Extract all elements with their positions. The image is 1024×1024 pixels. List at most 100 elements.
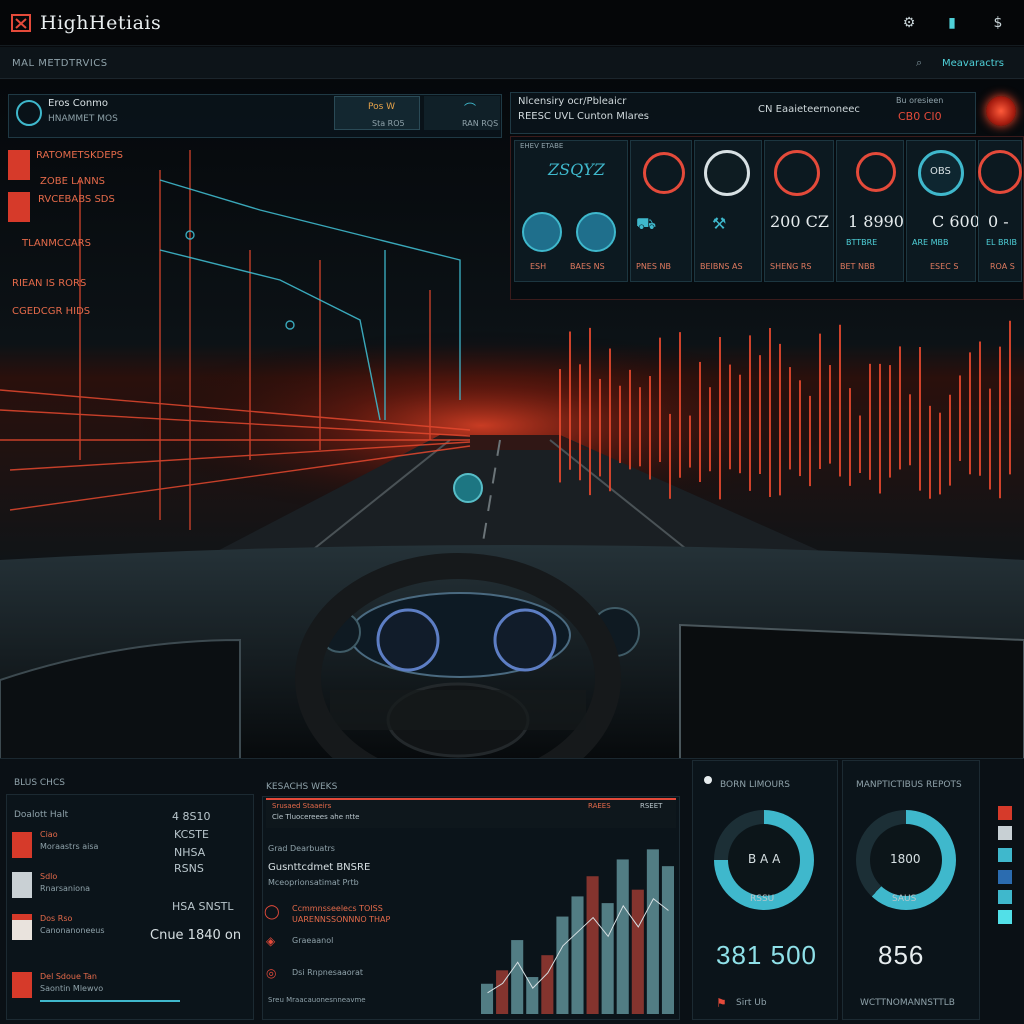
item-1-name: Ciao: [40, 830, 58, 839]
item-3-name: Dos Rso: [40, 914, 73, 923]
item-icon-1: [12, 832, 32, 858]
hud-row-5: RIEAN IS RORS: [12, 278, 87, 289]
card-3-value: 200 CZ: [770, 212, 829, 231]
card-overview-label-a: ESH: [530, 262, 547, 271]
card-5-value: C 600: [932, 212, 980, 231]
bell-icon: ⚑: [716, 996, 727, 1010]
lock-icon: ◯: [264, 904, 280, 920]
chart-bar: [496, 970, 509, 1014]
panel4-footer: WCTTNOMANNSTTLB: [860, 998, 955, 1008]
panel2-header-c: RAEES: [588, 802, 611, 810]
panel4-gauge-sub: SAUS: [892, 894, 917, 904]
card-overview-logo: ZSQYZ: [548, 160, 605, 179]
panel2-item-1-name: Ccmmnsseelecs TOISS: [292, 904, 383, 913]
card-5-label: ESEC S: [930, 262, 959, 271]
item-icon-4: [12, 972, 32, 998]
side-indicator-4[interactable]: [998, 870, 1012, 884]
card-3-label: SHENG RS: [770, 262, 812, 271]
chart-bar: [481, 983, 494, 1014]
nav-route-label: RAN RQS: [462, 119, 499, 128]
card-2-label: BEIBNS AS: [700, 262, 743, 271]
panel2-title: KESACHS WEKS: [266, 782, 338, 792]
panel1-subtitle: Doalott Halt: [14, 810, 69, 820]
panel2-item-1-desc: UARENNSSONNNO THAP: [292, 915, 391, 924]
metrics-title: Nlcensiry ocr/Pbleaicr: [518, 96, 627, 107]
chart-bar: [586, 876, 599, 1014]
card-6-sub: EL BRIB: [986, 238, 1017, 247]
item-3-value: HSA SNSTL: [172, 900, 234, 913]
hud-swatch-1: [8, 150, 30, 180]
ring-gauge-right: [576, 212, 616, 252]
item-3-desc: Canonanoneeus: [40, 926, 105, 935]
panel4-value: 856: [878, 940, 925, 970]
item-2-desc: Rnarsaniona: [40, 884, 91, 893]
shield-icon: ◈: [266, 934, 276, 948]
card-6-label: ROA S: [990, 262, 1015, 271]
alert-indicator-icon[interactable]: [986, 96, 1016, 126]
card-overview-title: EHEV ETABE: [520, 142, 564, 150]
item-1-value: 4 8S10: [172, 810, 211, 823]
item-4-desc: Saontin Mlewvo: [40, 984, 104, 993]
item-2-extra: RSNS: [174, 862, 204, 875]
subbar-label: MAL METDTRVICS: [12, 58, 108, 69]
side-indicator-5[interactable]: [998, 890, 1012, 904]
panel3-title: BORN LIMOURS: [720, 780, 791, 790]
hud-row-3: RVCEBABS SDS: [38, 194, 115, 205]
panel2-header-d: RSEET: [640, 802, 663, 810]
status-dot-icon: [704, 776, 712, 784]
search-icon[interactable]: ⌕: [916, 56, 922, 70]
item-4-progress: [40, 1000, 180, 1002]
chart-bar: [646, 849, 659, 1014]
mode-link[interactable]: Meavaractrs: [942, 58, 1004, 69]
sub-bar: [0, 47, 1024, 79]
hud-row-4: TLANMCCARS: [22, 238, 91, 249]
card-4-value: 1 8990: [848, 212, 904, 231]
chart-bar: [511, 940, 524, 1014]
card-4-label: BET NBB: [840, 262, 875, 271]
side-indicator-3[interactable]: [998, 848, 1012, 862]
chart-bar: [571, 896, 584, 1014]
card-4-ring: [856, 152, 896, 192]
item-1-desc: Moraastrs aisa: [40, 842, 99, 851]
panel2-section: Gusnttcdmet BNSRE: [268, 862, 371, 873]
panel4-gauge-text: 1800: [890, 852, 921, 866]
nav-status-secondary: Sta RO5: [372, 119, 405, 128]
target-icon: ◎: [266, 966, 277, 980]
chart-bar: [556, 916, 569, 1014]
metrics-header-label: Bu oresieen: [896, 96, 944, 105]
side-indicator-1[interactable]: [998, 806, 1012, 820]
side-indicator-6[interactable]: [998, 910, 1012, 924]
currency-icon[interactable]: $: [988, 13, 1008, 33]
metrics-header-value: CB0 CI0: [898, 110, 942, 123]
card-4-sub: BTTBRE: [846, 238, 878, 247]
nav-status-primary: Pos W: [368, 102, 396, 112]
chart-bar: [616, 859, 629, 1014]
chart-bar: [661, 866, 674, 1014]
hud-swatch-2: [8, 192, 30, 222]
item-1-extra: KCSTE: [174, 828, 209, 841]
chart-bar: [541, 955, 554, 1014]
panel3-gauge-text: B A A: [748, 852, 781, 866]
panel2-item-3-name: Dsi Rnpnesaaorat: [292, 968, 363, 977]
panel2-header-e: Grad Dearbuatrs: [268, 844, 335, 853]
metrics-subtitle: REESC UVL Cunton Mlares: [518, 111, 650, 122]
hud-row-6: CGEDCGR HIDS: [12, 306, 91, 317]
card-3-ring: [774, 150, 820, 196]
compass-icon[interactable]: [16, 100, 42, 126]
card-1-label: PNES NB: [636, 262, 671, 271]
route-icon: ⌒: [464, 102, 477, 116]
chart-bar: [601, 903, 614, 1014]
metrics-header-mid: CN Eaaieteernoneec: [758, 104, 860, 115]
card-5-sub: ARE MBB: [912, 238, 949, 247]
info-icon[interactable]: ▮: [942, 13, 962, 33]
hud-row-1: RATOMETSKDEPS: [36, 150, 123, 161]
item-4-name: Del Sdoue Tan: [40, 972, 97, 981]
side-indicator-2[interactable]: [998, 826, 1012, 840]
panel2-header-b: Cle Tluocereees ahe ntte: [272, 813, 360, 821]
card-2-ring: [704, 150, 750, 196]
card-5-ring-label: OBS: [930, 166, 951, 177]
panel2-item-2-name: Graeaanol: [292, 936, 334, 945]
item-2-value: NHSA: [174, 846, 206, 859]
settings-icon[interactable]: ⚙: [899, 13, 919, 33]
panel2-section-line2: Mceoprionsatimat Prtb: [268, 878, 359, 887]
